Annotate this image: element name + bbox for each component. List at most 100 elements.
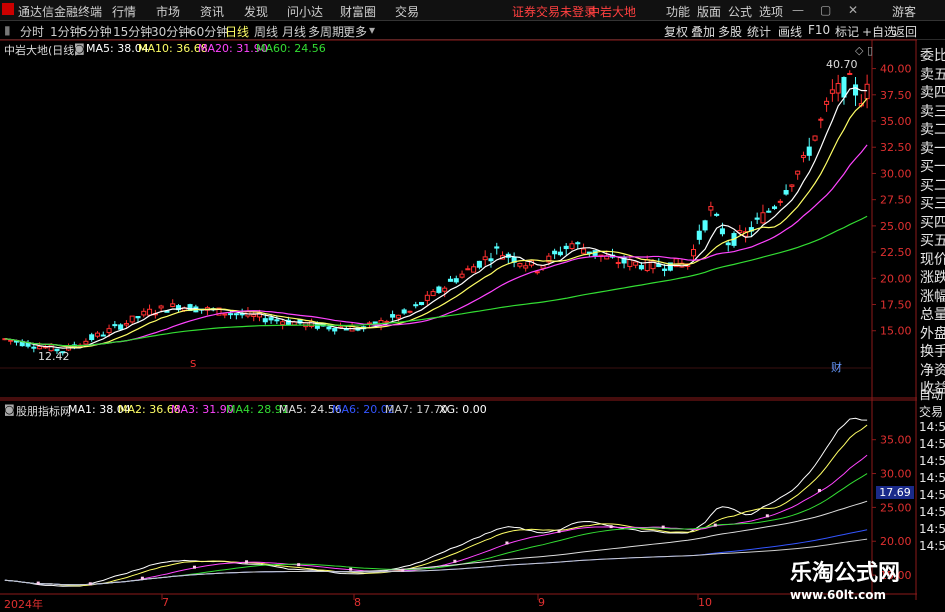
candle-body-134 xyxy=(777,200,783,203)
candle-body-95 xyxy=(552,250,558,255)
sub-tick-0: 35.00 xyxy=(880,434,912,447)
candle-body-85 xyxy=(494,246,500,249)
trade-side-label-1[interactable]: 交易 xyxy=(919,403,943,420)
candle-body-20 xyxy=(118,324,124,330)
side-label-4: 卖二 xyxy=(920,122,945,138)
candle-body-84 xyxy=(488,258,494,262)
side-label-13: 涨幅 xyxy=(920,288,945,305)
finance-marker[interactable]: 财 xyxy=(831,359,842,375)
candle-body-145 xyxy=(841,77,847,98)
sub-ma6-line xyxy=(4,529,868,586)
candle-body-119 xyxy=(690,248,697,257)
candle-body-73 xyxy=(424,294,430,301)
sub-dot-6 xyxy=(36,581,40,585)
candle-body-121 xyxy=(702,220,708,231)
candle-body-23 xyxy=(135,316,141,319)
candle-body-71 xyxy=(413,304,419,307)
candle-body-22 xyxy=(129,315,135,323)
candle-body-18 xyxy=(106,328,112,334)
sub-dot-42 xyxy=(245,560,249,564)
x-label-jul: 7 xyxy=(162,596,169,609)
window-icon[interactable]: ▯ xyxy=(867,44,873,57)
candle-body-132 xyxy=(766,210,772,213)
price-tick-8: 20.00 xyxy=(880,272,912,285)
price-tick-9: 17.50 xyxy=(880,299,912,312)
ma5-line xyxy=(4,87,868,349)
side-label-0: 委比 xyxy=(920,48,945,64)
candle-body-140 xyxy=(812,135,818,141)
candle-body-78 xyxy=(453,278,459,283)
trade-side-label-3: 14:56 xyxy=(919,437,945,451)
candle-body-74 xyxy=(430,291,436,297)
candle-body-72 xyxy=(419,301,425,306)
candle-body-93 xyxy=(540,265,546,269)
price-tick-5: 27.50 xyxy=(880,194,912,207)
side-label-6: 买一 xyxy=(920,159,945,175)
sub-ma3-line xyxy=(4,454,868,586)
side-label-8: 买三 xyxy=(920,196,945,212)
diamond-icon[interactable]: ◇ xyxy=(855,44,863,57)
x-label-oct: 10 xyxy=(698,596,712,609)
candle-body-139 xyxy=(806,146,812,156)
side-label-7: 买二 xyxy=(920,177,945,194)
sub-ma2-line xyxy=(4,424,868,587)
sub-tick-2: 25.00 xyxy=(880,501,912,514)
candle-body-138 xyxy=(800,155,806,158)
candle-body-40 xyxy=(233,313,239,316)
candle-body-89 xyxy=(517,263,523,267)
candle-body-135 xyxy=(783,190,789,195)
candle-body-106 xyxy=(615,262,621,265)
sub-ma4-line xyxy=(4,473,868,586)
sub-tick-1: 30.00 xyxy=(880,468,912,481)
candle-body-14 xyxy=(83,340,89,345)
trade-side-label-2: 14:56 xyxy=(919,420,945,434)
trade-side-label-0[interactable]: 自动 xyxy=(919,386,943,403)
high-price-label: 40.70 xyxy=(826,58,858,71)
sub-dot-15 xyxy=(88,582,92,586)
candle-body-76 xyxy=(442,287,448,292)
ma20-line xyxy=(4,144,868,347)
sub-dot-114 xyxy=(661,525,665,529)
ma60-line xyxy=(4,215,868,347)
candle-body-130 xyxy=(754,217,760,220)
trade-side-label-7: 14:56 xyxy=(919,505,945,519)
candle-body-75 xyxy=(436,286,442,293)
side-label-12: 涨跌 xyxy=(920,270,945,286)
sub-dot-60 xyxy=(349,567,353,571)
candle-body-125 xyxy=(725,242,731,246)
candle-body-6 xyxy=(37,345,43,350)
sub-dot-141 xyxy=(817,488,821,492)
low-price-label: 12.42 xyxy=(38,350,70,363)
candle-body-46 xyxy=(268,317,274,321)
price-tick-2: 35.00 xyxy=(880,115,912,128)
side-label-15: 外盘 xyxy=(920,325,945,342)
kline-chart[interactable]: 40.00 37.50 35.00 32.50 30.00 27.50 25.00 22.50… xyxy=(0,0,945,609)
s-marker: S xyxy=(190,359,197,370)
sub-dot-123 xyxy=(713,523,717,527)
candle-body-131 xyxy=(760,212,766,224)
candle-body-21 xyxy=(123,323,129,326)
side-label-11: 现价 xyxy=(920,251,945,268)
candle-body-69 xyxy=(401,309,407,314)
candle-body-142 xyxy=(824,100,830,105)
candle-body-39 xyxy=(228,313,234,316)
candle-body-16 xyxy=(94,332,101,337)
candle-body-29 xyxy=(170,303,176,307)
sub-dot-33 xyxy=(192,565,196,569)
candle-body-24 xyxy=(141,310,147,316)
candle-body-96 xyxy=(557,251,563,256)
sub-indicator-lines xyxy=(4,417,868,587)
candle-body-38 xyxy=(222,313,228,316)
side-label-1: 卖五 xyxy=(920,66,945,83)
candle-body-45 xyxy=(262,318,268,323)
side-label-5: 卖一 xyxy=(920,140,945,157)
side-label-16: 换手 xyxy=(920,344,945,360)
candle-body-19 xyxy=(112,324,118,327)
side-label-3: 卖三 xyxy=(920,103,945,120)
candle-body-81 xyxy=(471,266,477,273)
candle-body-98 xyxy=(569,243,575,250)
sub-tick-3: 20.00 xyxy=(880,535,912,548)
price-tick-1: 37.50 xyxy=(880,89,912,102)
watermark-title: 乐淘公式网 xyxy=(790,561,901,586)
candle-body-120 xyxy=(696,230,702,240)
